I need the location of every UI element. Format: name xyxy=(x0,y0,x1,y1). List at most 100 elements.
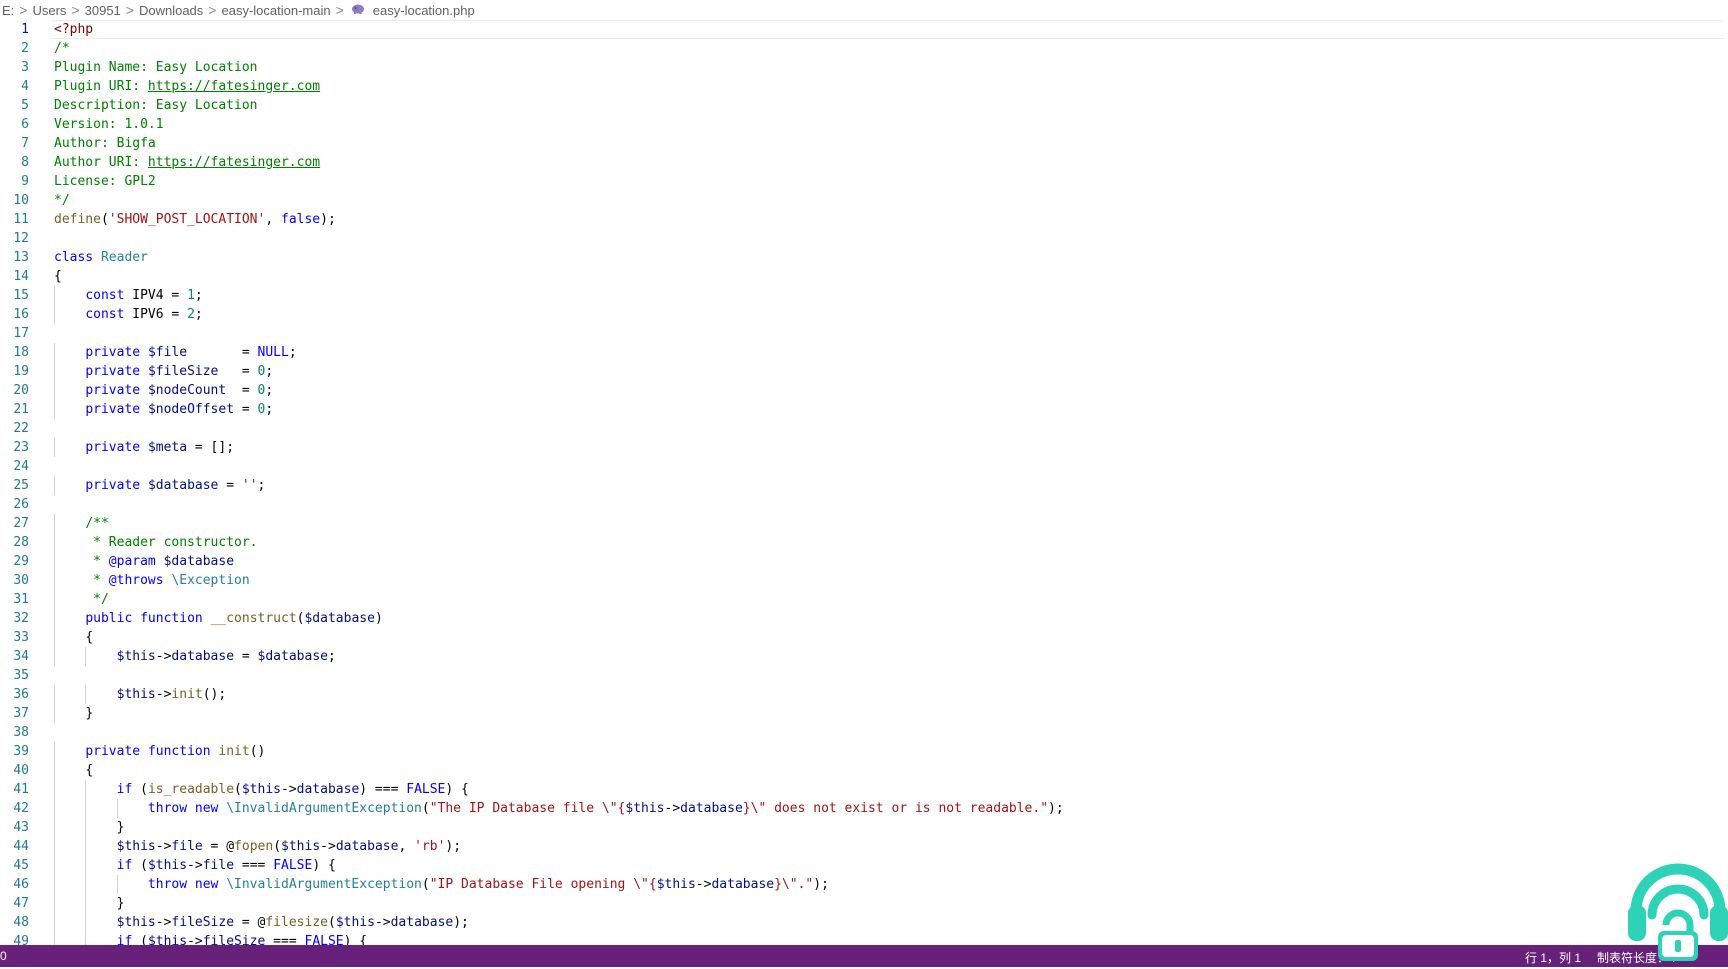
code-line[interactable]: 44 $this->file = @fopen($this->database,… xyxy=(0,837,1728,856)
code-line[interactable]: 24 xyxy=(0,457,1728,476)
code-line[interactable]: 13 class Reader xyxy=(0,248,1728,267)
code-line[interactable]: 36 $this->init(); xyxy=(0,685,1728,704)
code-line[interactable]: 10 */ xyxy=(0,191,1728,210)
code-line[interactable]: 41 if (is_readable($this->database) === … xyxy=(0,780,1728,799)
code-line[interactable]: 26 xyxy=(0,495,1728,514)
line-number: 15 xyxy=(13,288,29,303)
code-token: ; xyxy=(265,383,274,398)
code-token: { xyxy=(85,763,94,778)
code-link[interactable]: https://fatesinger.com xyxy=(148,79,320,94)
code-line[interactable]: 48 $this->fileSize = @filesize($this->da… xyxy=(0,913,1728,932)
code-token: init xyxy=(171,687,203,702)
line-number: 17 xyxy=(13,326,29,341)
code-line[interactable]: 39 private function init() xyxy=(0,742,1728,761)
code-token: -> xyxy=(155,687,172,702)
code-line[interactable]: 42 throw new \InvalidArgumentException("… xyxy=(0,799,1728,818)
code-token: */ xyxy=(85,592,109,607)
code-token: 'rb' xyxy=(414,839,446,854)
code-token: ) { xyxy=(343,934,368,945)
code-line[interactable]: 3 Plugin Name: Easy Location xyxy=(0,58,1728,77)
code-token: "IP Database File opening \"{ xyxy=(429,877,657,892)
code-line[interactable]: 19 private $fileSize = 0; xyxy=(0,362,1728,381)
code-line[interactable]: 45 if ($this->file === FALSE) { xyxy=(0,856,1728,875)
status-remote-indicator[interactable]: 0 xyxy=(0,949,7,963)
code-line[interactable]: 35 xyxy=(0,666,1728,685)
code-line[interactable]: 40 { xyxy=(0,761,1728,780)
code-link[interactable]: https://fatesinger.com xyxy=(148,155,320,170)
code-line[interactable]: 21 private $nodeOffset = 0; xyxy=(0,400,1728,419)
code-token: ( xyxy=(421,801,430,816)
code-line[interactable]: 17 xyxy=(0,324,1728,343)
code-line[interactable]: 38 xyxy=(0,723,1728,742)
code-line[interactable]: 1 <?php xyxy=(0,20,1728,39)
code-line[interactable]: 6 Version: 1.0.1 xyxy=(0,115,1728,134)
code-line[interactable]: 46 throw new \InvalidArgumentException("… xyxy=(0,875,1728,894)
code-line[interactable]: 43 } xyxy=(0,818,1728,837)
code-line[interactable]: 5 Description: Easy Location xyxy=(0,96,1728,115)
code-token: $this xyxy=(116,649,156,664)
code-token: * Reader constructor. xyxy=(85,535,258,550)
code-line[interactable]: 22 xyxy=(0,419,1728,438)
code-line[interactable]: 16 const IPV6 = 2; xyxy=(0,305,1728,324)
code-line[interactable]: 49 if ($this->fileSize === FALSE) { xyxy=(0,932,1728,945)
code-token: = xyxy=(218,478,242,493)
code-token: * xyxy=(85,554,109,569)
breadcrumb-item-project-folder[interactable]: easy-location-main xyxy=(219,3,332,18)
code-token: \Exception xyxy=(171,573,250,588)
code-token: } xyxy=(116,896,125,911)
code-text: Author: Bigfa xyxy=(54,134,156,153)
code-token: $this xyxy=(116,839,156,854)
code-line[interactable]: 9 License: GPL2 xyxy=(0,172,1728,191)
code-token: $database xyxy=(147,478,219,493)
code-line[interactable]: 29 * @param $database xyxy=(0,552,1728,571)
code-line[interactable]: 8 Author URI: https://fatesinger.com xyxy=(0,153,1728,172)
line-number: 28 xyxy=(13,535,29,550)
code-line[interactable]: 12 xyxy=(0,229,1728,248)
code-line[interactable]: 20 private $nodeCount = 0; xyxy=(0,381,1728,400)
code-token: class xyxy=(54,250,94,265)
code-line[interactable]: 31 */ xyxy=(0,590,1728,609)
breadcrumb-item-users[interactable]: Users xyxy=(30,3,68,18)
cursor-position[interactable]: 行 1，列 1 xyxy=(1525,949,1581,966)
code-token: ); xyxy=(813,877,829,892)
code-text: Version: 1.0.1 xyxy=(54,115,164,134)
code-line[interactable]: 27 /** xyxy=(0,514,1728,533)
code-token: , xyxy=(398,839,415,854)
code-line[interactable]: 15 const IPV4 = 1; xyxy=(0,286,1728,305)
code-line[interactable]: 23 private $meta = []; xyxy=(0,438,1728,457)
code-line[interactable]: 7 Author: Bigfa xyxy=(0,134,1728,153)
code-token: (); xyxy=(202,687,227,702)
code-token: false xyxy=(281,212,321,227)
code-token: database xyxy=(171,649,235,664)
code-line[interactable]: 33 { xyxy=(0,628,1728,647)
code-token: FALSE xyxy=(273,858,313,873)
code-text: private $file = NULL; xyxy=(54,343,296,362)
code-token: === xyxy=(265,934,305,945)
code-line[interactable]: 47 } xyxy=(0,894,1728,913)
code-line[interactable]: 2 /* xyxy=(0,39,1728,58)
code-line[interactable]: 28 * Reader constructor. xyxy=(0,533,1728,552)
breadcrumb-item-downloads[interactable]: Downloads xyxy=(137,3,205,18)
code-text: Description: Easy Location xyxy=(54,96,258,115)
breadcrumb-item-file[interactable]: easy-location.php xyxy=(371,3,477,18)
code-line[interactable]: 37 } xyxy=(0,704,1728,723)
code-token: new xyxy=(194,801,219,816)
code-line[interactable]: 14 { xyxy=(0,267,1728,286)
code-token: -> xyxy=(664,801,681,816)
breadcrumb-item-drive[interactable]: E: xyxy=(0,3,16,18)
code-line[interactable]: 32 public function __construct($database… xyxy=(0,609,1728,628)
breadcrumb-item-user-folder[interactable]: 30951 xyxy=(83,3,123,18)
code-token: <?php xyxy=(54,22,94,37)
code-line[interactable]: 34 $this->database = $database; xyxy=(0,647,1728,666)
code-line[interactable]: 18 private $file = NULL; xyxy=(0,343,1728,362)
code-token: $database xyxy=(304,611,375,626)
line-number: 47 xyxy=(13,896,29,911)
code-line[interactable]: 11 define('SHOW_POST_LOCATION', false); xyxy=(0,210,1728,229)
code-line[interactable]: 4 Plugin URI: https://fatesinger.com xyxy=(0,77,1728,96)
code-editor[interactable]: 1 <?php 2 /* 3 Plugin Name: Easy Location 4 Plu… xyxy=(0,20,1728,945)
line-number: 41 xyxy=(13,782,29,797)
code-line[interactable]: 30 * @throws \Exception xyxy=(0,571,1728,590)
code-line[interactable]: 25 private $database = ''; xyxy=(0,476,1728,495)
